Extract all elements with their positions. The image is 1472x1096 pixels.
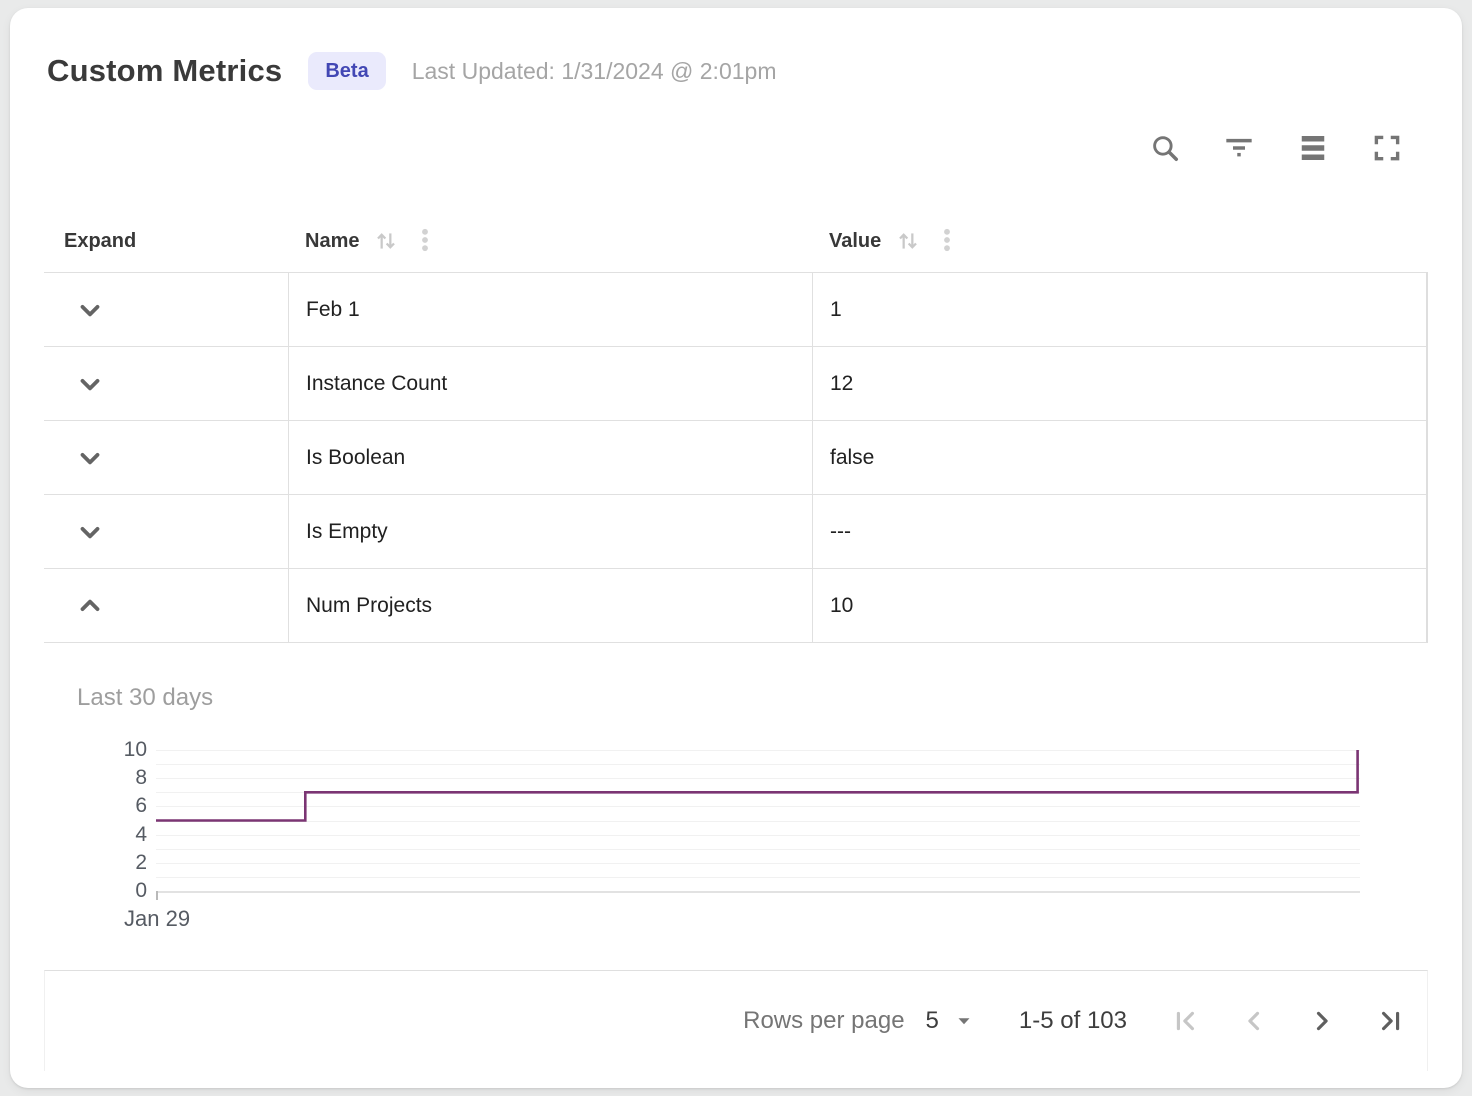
x-axis-tick xyxy=(156,891,158,900)
last-page-button[interactable] xyxy=(1375,1006,1405,1036)
metric-name-cell: Num Projects xyxy=(288,569,812,642)
filter-icon xyxy=(1223,132,1255,164)
custom-metrics-card: Custom Metrics Beta Last Updated: 1/31/2… xyxy=(10,8,1462,1088)
metric-name-cell: Instance Count xyxy=(288,347,812,420)
fullscreen-icon xyxy=(1372,133,1402,163)
table-row: Num Projects 10 xyxy=(44,568,1426,642)
next-page-button[interactable] xyxy=(1307,1006,1337,1036)
rows-per-page-value: 5 xyxy=(926,1007,939,1035)
fullscreen-button[interactable] xyxy=(1370,131,1404,165)
expand-row-button[interactable] xyxy=(71,291,109,329)
column-header-name[interactable]: Name xyxy=(288,226,812,256)
grid-toolbar xyxy=(44,130,1428,166)
column-menu-icon xyxy=(411,226,439,254)
dropdown-arrow-icon xyxy=(953,1010,975,1032)
beta-badge: Beta xyxy=(308,52,385,90)
sort-icon xyxy=(373,228,399,254)
pagination-controls xyxy=(1171,1006,1405,1036)
last-page-icon xyxy=(1376,1007,1404,1035)
page-title: Custom Metrics xyxy=(47,53,282,89)
metric-value-cell: 12 xyxy=(812,347,1426,420)
table-row: Instance Count 12 xyxy=(44,346,1426,420)
previous-page-button[interactable] xyxy=(1239,1006,1269,1036)
next-page-icon xyxy=(1308,1007,1336,1035)
metric-value-cell: 1 xyxy=(812,273,1426,346)
expand-row-button[interactable] xyxy=(71,439,109,477)
table-row: Feb 1 1 xyxy=(44,272,1426,346)
column-header-expand: Expand xyxy=(44,230,288,253)
previous-page-icon xyxy=(1240,1007,1268,1035)
chevron-down-icon xyxy=(75,295,105,325)
metric-name-cell: Is Boolean xyxy=(288,421,812,494)
sort-icon xyxy=(895,228,921,254)
expand-row-button[interactable] xyxy=(71,513,109,551)
sort-name-button[interactable] xyxy=(373,228,399,254)
metric-history-chart: Jan 29 0246810 xyxy=(77,712,1428,970)
density-button[interactable] xyxy=(1296,131,1330,165)
rows-per-page-label: Rows per page xyxy=(743,1007,904,1035)
search-icon xyxy=(1150,133,1180,163)
pagination-range-label: 1-5 of 103 xyxy=(1019,1007,1127,1035)
metric-name-cell: Feb 1 xyxy=(288,273,812,346)
search-button[interactable] xyxy=(1148,131,1182,165)
metric-value-cell: 10 xyxy=(812,569,1426,642)
table-footer: Rows per page 5 1-5 of 103 xyxy=(44,970,1428,1071)
column-menu-icon xyxy=(933,226,961,254)
chevron-down-icon xyxy=(75,369,105,399)
metric-value-cell: false xyxy=(812,421,1426,494)
x-axis-first-label: Jan 29 xyxy=(124,906,190,932)
chart-plot-area: Jan 29 xyxy=(156,750,1360,891)
density-icon xyxy=(1298,133,1328,163)
table-header-row: Expand Name Value xyxy=(44,210,1428,272)
first-page-button[interactable] xyxy=(1171,1006,1201,1036)
page-header: Custom Metrics Beta Last Updated: 1/31/2… xyxy=(44,8,1428,94)
table-row: Is Boolean false xyxy=(44,420,1426,494)
chevron-down-icon xyxy=(75,517,105,547)
expand-row-button[interactable] xyxy=(71,365,109,403)
metric-name-cell: Is Empty xyxy=(288,495,812,568)
last-updated-text: Last Updated: 1/31/2024 @ 2:01pm xyxy=(412,58,777,85)
chevron-up-icon xyxy=(75,591,105,621)
column-menu-name-button[interactable] xyxy=(411,226,439,256)
first-page-icon xyxy=(1172,1007,1200,1035)
chart-title: Last 30 days xyxy=(77,684,1428,712)
filter-button[interactable] xyxy=(1222,131,1256,165)
column-header-value[interactable]: Value xyxy=(812,226,1428,256)
collapse-row-button[interactable] xyxy=(71,587,109,625)
column-menu-value-button[interactable] xyxy=(933,226,961,256)
rows-per-page-select[interactable]: 5 xyxy=(926,1007,975,1035)
metric-value-cell: --- xyxy=(812,495,1426,568)
table-body: Feb 1 1 Instance Count 12 Is Boolean fal… xyxy=(44,272,1428,643)
sort-value-button[interactable] xyxy=(895,228,921,254)
row-detail-panel: Last 30 days Jan 29 0246810 xyxy=(44,643,1428,970)
chart-line-series xyxy=(156,750,1360,891)
chevron-down-icon xyxy=(75,443,105,473)
table-row: Is Empty --- xyxy=(44,494,1426,568)
